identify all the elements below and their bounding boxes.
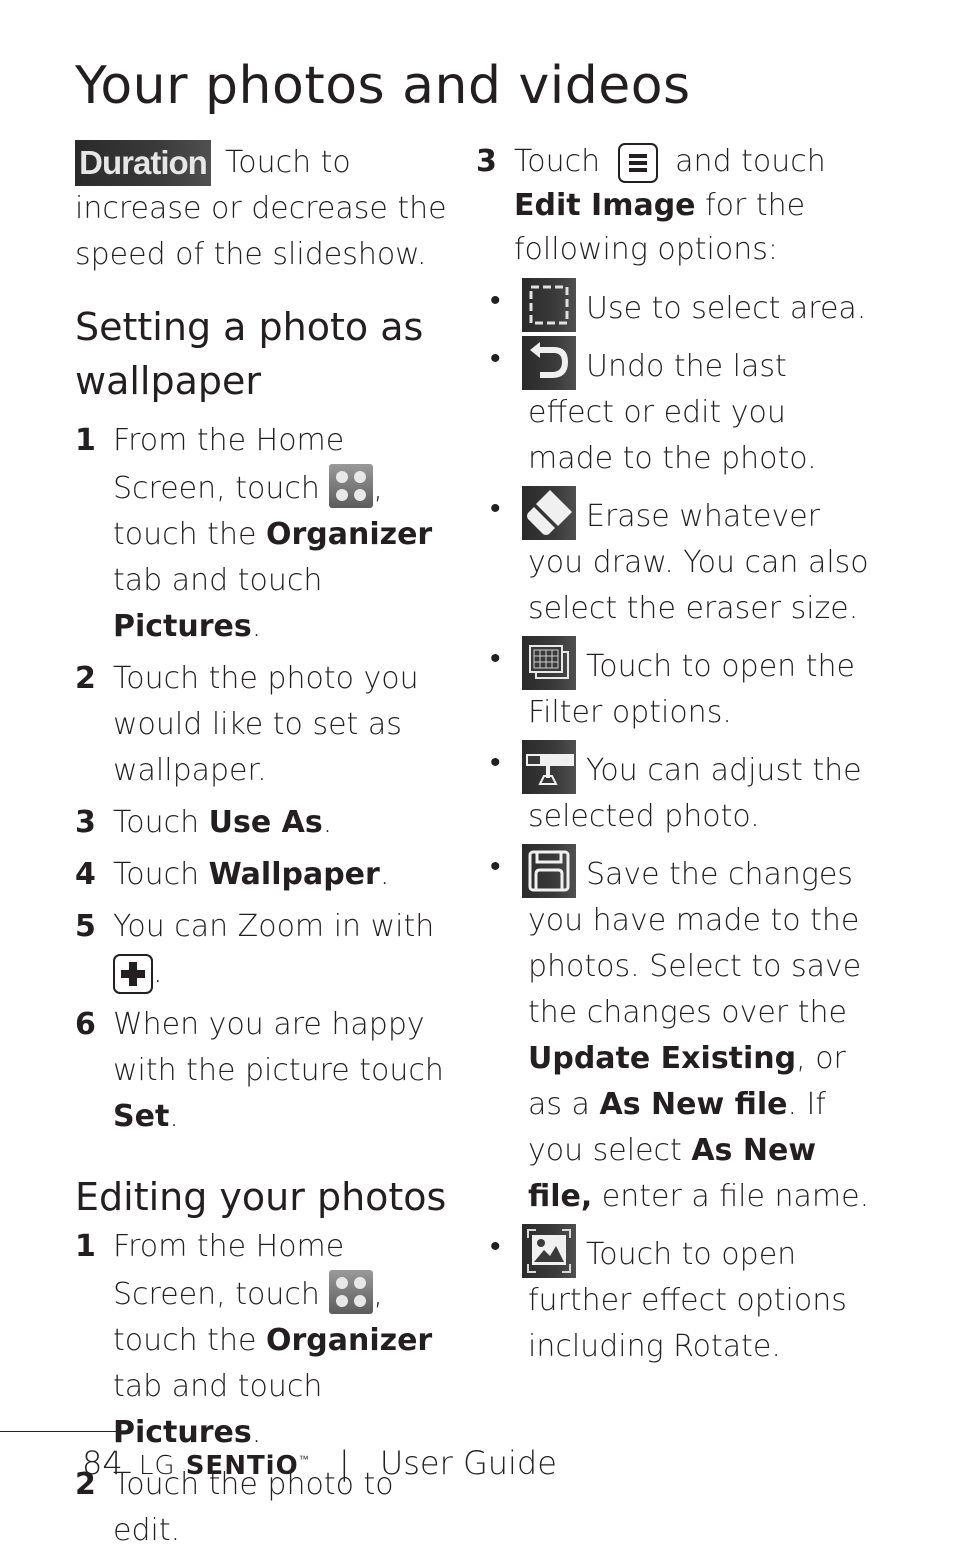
editing-steps: 1 From the Home Screen, touch , touch th… xyxy=(75,1224,455,1554)
save-icon xyxy=(522,844,576,898)
wallpaper-step-4: 4 Touch Wallpaper. xyxy=(75,852,455,898)
duration-icon: Duration xyxy=(75,140,211,186)
left-column: Duration Touch to increase or decrease th… xyxy=(75,140,455,1560)
option-text: Use to select area. xyxy=(586,291,867,326)
step-text: From the Home Screen, touch xyxy=(113,423,345,506)
page-number: 84 xyxy=(82,1444,123,1482)
step-text: tab and touch xyxy=(113,1369,323,1404)
organizer-label: Organizer xyxy=(265,517,433,552)
zoom-plus-icon xyxy=(113,954,153,994)
step-text: . xyxy=(251,609,262,644)
right-column: 3 Touch and touch Edit Image for the fol… xyxy=(476,140,876,1374)
applications-grid-icon xyxy=(329,1270,374,1314)
model-name: SENTiO xyxy=(185,1451,299,1481)
trademark: ™ xyxy=(298,1454,309,1466)
wallpaper-step-5: 5 You can Zoom in with . xyxy=(75,904,455,996)
bullet: • xyxy=(490,491,501,526)
guide-title: User Guide xyxy=(379,1444,557,1482)
edit-options-list: • Use to select area. • Undo the last ef… xyxy=(476,278,876,1370)
applications-grid-icon xyxy=(329,464,374,508)
editing-steps-continued: 3 Touch and touch Edit Image for the fol… xyxy=(476,140,876,272)
wallpaper-step-1: 1 From the Home Screen, touch , touch th… xyxy=(75,418,455,650)
option-select-area: • Use to select area. xyxy=(476,278,876,332)
footer-rule xyxy=(0,1431,126,1432)
step-number: 1 xyxy=(75,423,96,458)
footer: 84 LG SENTiO™ | User Guide xyxy=(82,1444,557,1482)
step-number: 1 xyxy=(75,1229,96,1264)
as-new-file-label: As New file xyxy=(599,1087,788,1122)
brand-logo: LG xyxy=(138,1451,176,1481)
step-text: Touch xyxy=(113,805,209,840)
step-text: . xyxy=(379,857,390,892)
section-heading-wallpaper: Setting a photo as wallpaper xyxy=(75,305,424,403)
step-text: Touch xyxy=(514,144,610,179)
step-text: . xyxy=(169,1099,179,1134)
bullet: • xyxy=(490,283,501,318)
step-text: . xyxy=(322,805,333,840)
step-number: 2 xyxy=(75,661,96,696)
step-number: 6 xyxy=(75,1007,96,1042)
wallpaper-step-2: 2 Touch the photo you would like to set … xyxy=(75,656,455,794)
step-text: When you are happy with the picture touc… xyxy=(113,1007,444,1088)
wallpaper-step-3: 3 Touch Use As. xyxy=(75,800,455,846)
step-text: From the Home Screen, touch xyxy=(113,1229,345,1312)
step-number: 5 xyxy=(75,909,96,944)
editing-step-3: 3 Touch and touch Edit Image for the fol… xyxy=(476,140,876,272)
wallpaper-step-6: 6 When you are happy with the picture to… xyxy=(75,1002,455,1140)
adjust-icon xyxy=(522,740,576,794)
step-text: Touch the photo you would like to set as… xyxy=(113,661,419,788)
step-text: tab and touch xyxy=(113,563,323,598)
duration-paragraph: Duration Touch to increase or decrease th… xyxy=(75,140,455,278)
step-number: 3 xyxy=(75,805,96,840)
set-label: Set xyxy=(113,1099,170,1134)
organizer-label: Organizer xyxy=(265,1323,433,1358)
step-text: Touch xyxy=(113,857,209,892)
editing-step-1: 1 From the Home Screen, touch , touch th… xyxy=(75,1224,455,1456)
select-area-icon xyxy=(522,278,576,332)
option-filter: • Touch to open the Filter options. xyxy=(476,636,876,736)
option-adjust: • You can adjust the selected photo. xyxy=(476,740,876,840)
filter-icon xyxy=(522,636,576,690)
step-number: 4 xyxy=(75,857,96,892)
update-existing-label: Update Existing xyxy=(528,1041,797,1076)
page-title: Your photos and videos xyxy=(75,56,691,116)
option-undo: • Undo the last effect or edit you made … xyxy=(476,336,876,482)
option-text: Touch to open the Filter options. xyxy=(528,649,855,730)
wallpaper-steps: 1 From the Home Screen, touch , touch th… xyxy=(75,418,455,1140)
section-heading-editing: Editing your photos xyxy=(75,1175,447,1219)
footer-separator: | xyxy=(338,1444,350,1482)
use-as-label: Use As xyxy=(208,805,323,840)
step-text: and touch xyxy=(665,144,826,179)
bullet: • xyxy=(490,641,501,676)
option-save: • Save the changes you have made to the … xyxy=(476,844,876,1220)
edit-image-label: Edit Image xyxy=(514,188,696,223)
bullet: • xyxy=(490,1229,501,1264)
option-effects: • Touch to open further effect options i… xyxy=(476,1224,876,1370)
menu-icon xyxy=(617,143,658,183)
bullet: • xyxy=(490,341,501,376)
effects-icon xyxy=(522,1224,576,1278)
eraser-icon xyxy=(522,486,576,540)
step-text: . xyxy=(153,955,163,990)
option-text: Save the changes you have made to the ph… xyxy=(528,857,862,1030)
bullet: • xyxy=(490,745,501,780)
option-text: You can adjust the selected photo. xyxy=(528,753,862,834)
bullet: • xyxy=(490,849,501,884)
step-number: 3 xyxy=(476,144,497,179)
option-text: enter a file name. xyxy=(592,1179,870,1214)
wallpaper-label: Wallpaper xyxy=(208,857,380,892)
step-text: You can Zoom in with xyxy=(113,909,435,944)
pictures-label: Pictures xyxy=(113,609,252,644)
option-eraser: • Erase whatever you draw. You can also … xyxy=(476,486,876,632)
undo-icon xyxy=(522,336,576,390)
option-text: Erase whatever you draw. You can also se… xyxy=(528,499,869,626)
